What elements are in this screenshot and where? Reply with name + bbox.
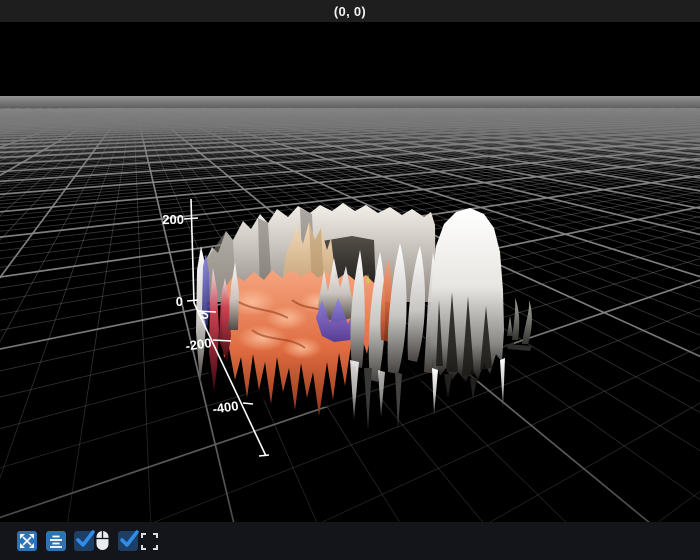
- mouse-icon: [96, 531, 109, 550]
- title-bar: (0, 0): [0, 0, 700, 22]
- 3d-canvas[interactable]: 200 0 0 -200 -400: [0, 22, 700, 522]
- pan-mode-button[interactable]: [17, 531, 37, 551]
- move-arrows-icon: [20, 534, 34, 548]
- fullscreen-icon: [141, 532, 158, 550]
- z-tick-label: 0: [176, 294, 183, 309]
- 3d-viewer-window: (0, 0) 200 0 0 -200 -400: [0, 0, 700, 560]
- horizon-haze: [0, 96, 700, 148]
- left-toggle-checkbox[interactable]: [74, 530, 95, 551]
- bottom-toolbar: [0, 522, 700, 560]
- checkmark-icon: [120, 530, 139, 547]
- right-toggle-checkbox[interactable]: [118, 530, 139, 551]
- scene-svg: 200 0 0 -200 -400: [0, 22, 700, 522]
- window-title: (0, 0): [333, 3, 367, 19]
- align-center-button[interactable]: [46, 531, 66, 551]
- checkmark-icon: [76, 530, 95, 547]
- fullscreen-button[interactable]: [141, 532, 158, 550]
- mouse-mode-indicator[interactable]: [94, 530, 112, 552]
- z-tick-label: 200: [162, 212, 184, 227]
- align-center-icon: [50, 535, 62, 548]
